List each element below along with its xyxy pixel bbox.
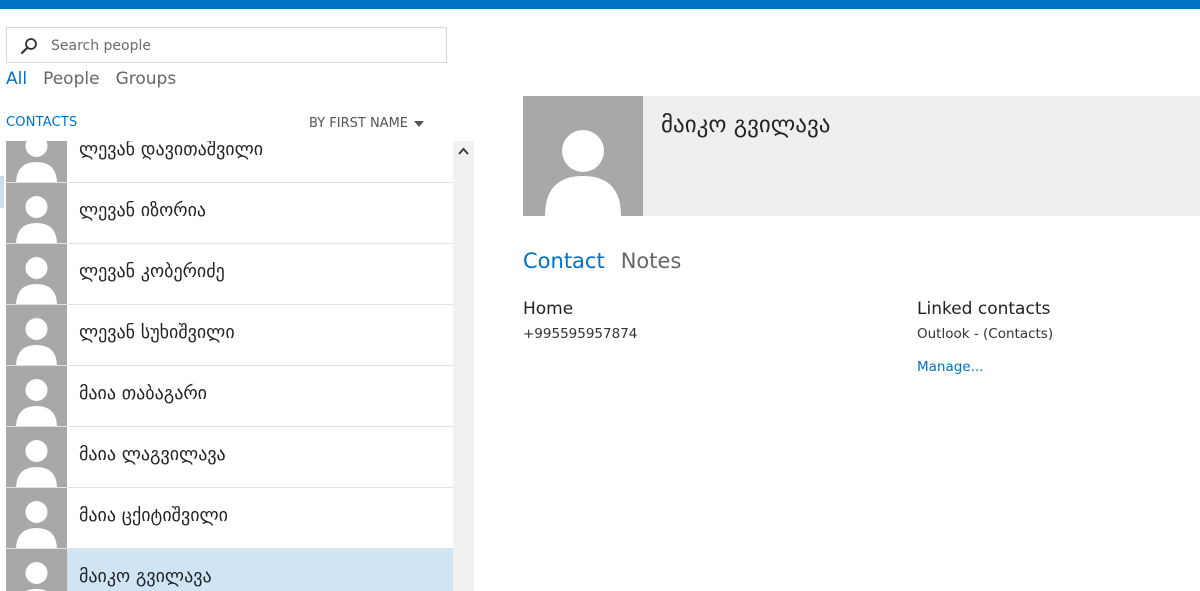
contact-name: მაიკო გვილავა — [79, 566, 212, 587]
avatar — [6, 427, 67, 487]
list-item[interactable]: მაია ცქიტიშვილი — [6, 488, 453, 549]
contact-name: მაია თაბაგარი — [79, 383, 207, 404]
avatar — [6, 141, 67, 182]
list-item[interactable]: მაიკო გვილავა — [6, 549, 453, 591]
person-icon — [25, 562, 48, 591]
manage-link[interactable]: Manage... — [917, 359, 984, 375]
avatar — [6, 244, 67, 304]
list-item[interactable]: ლევან იზორია — [6, 183, 453, 244]
filter-all[interactable]: All — [6, 69, 27, 93]
avatar — [6, 488, 67, 548]
list-item[interactable]: ლევან დავითაშვილი — [6, 141, 453, 183]
search-input[interactable] — [49, 32, 433, 60]
contact-name: ლევან დავითაშვილი — [79, 141, 264, 160]
tab-notes[interactable]: Notes — [621, 249, 682, 273]
avatar — [6, 366, 67, 426]
contacts-section-label: CONTACTS — [6, 115, 78, 130]
top-accent-bar — [0, 0, 1200, 9]
sort-dropdown[interactable]: BY FIRST NAME — [309, 116, 424, 131]
tab-contact[interactable]: Contact — [523, 249, 605, 273]
person-icon — [16, 318, 57, 365]
search-icon — [20, 38, 37, 55]
contact-name: მაია ცქიტიშვილი — [79, 505, 228, 526]
person-icon — [16, 257, 57, 304]
list-item[interactable]: ლევან კობერიძე — [6, 244, 453, 305]
person-icon — [16, 141, 57, 182]
linked-contacts-label: Linked contacts — [917, 299, 1051, 319]
contact-list: ლევან დავითაშვილი ლევან იზორია ლევან კობერ… — [6, 141, 474, 591]
person-icon — [16, 440, 57, 487]
filter-groups[interactable]: Groups — [116, 69, 177, 93]
person-icon — [16, 501, 57, 548]
contact-name: ლევან სუხიშვილი — [79, 322, 235, 343]
sort-label: BY FIRST NAME — [309, 116, 408, 131]
contact-name: ლევან იზორია — [79, 200, 207, 221]
contact-name: ლევან კობერიძე — [79, 261, 225, 282]
person-icon — [545, 130, 621, 216]
home-label: Home — [523, 299, 574, 319]
person-icon — [16, 379, 57, 426]
avatar — [6, 549, 67, 591]
chevron-down-icon — [414, 121, 424, 127]
list-item[interactable]: მაია თაბაგარი — [6, 366, 453, 427]
person-icon — [16, 196, 57, 243]
avatar — [6, 305, 67, 365]
scrollbar[interactable] — [453, 141, 474, 591]
avatar — [6, 183, 67, 243]
filter-tabs: All People Groups — [6, 69, 176, 93]
left-edge-accent — [0, 176, 4, 208]
linked-contact-source: Outlook - (Contacts) — [917, 326, 1054, 342]
contact-name-heading: მაიკო გვილავა — [661, 112, 831, 138]
list-item[interactable]: მაია ლაგვილავა — [6, 427, 453, 488]
contact-name: მაია ლაგვილავა — [79, 444, 226, 465]
detail-tabs: Contact Notes — [523, 249, 681, 273]
search-box[interactable] — [6, 27, 447, 63]
home-phone[interactable]: +995595957874 — [523, 326, 637, 342]
avatar — [523, 96, 643, 216]
list-item[interactable]: ლევან სუხიშვილი — [6, 305, 453, 366]
filter-people[interactable]: People — [43, 69, 99, 93]
chevron-up-icon[interactable] — [457, 146, 470, 156]
